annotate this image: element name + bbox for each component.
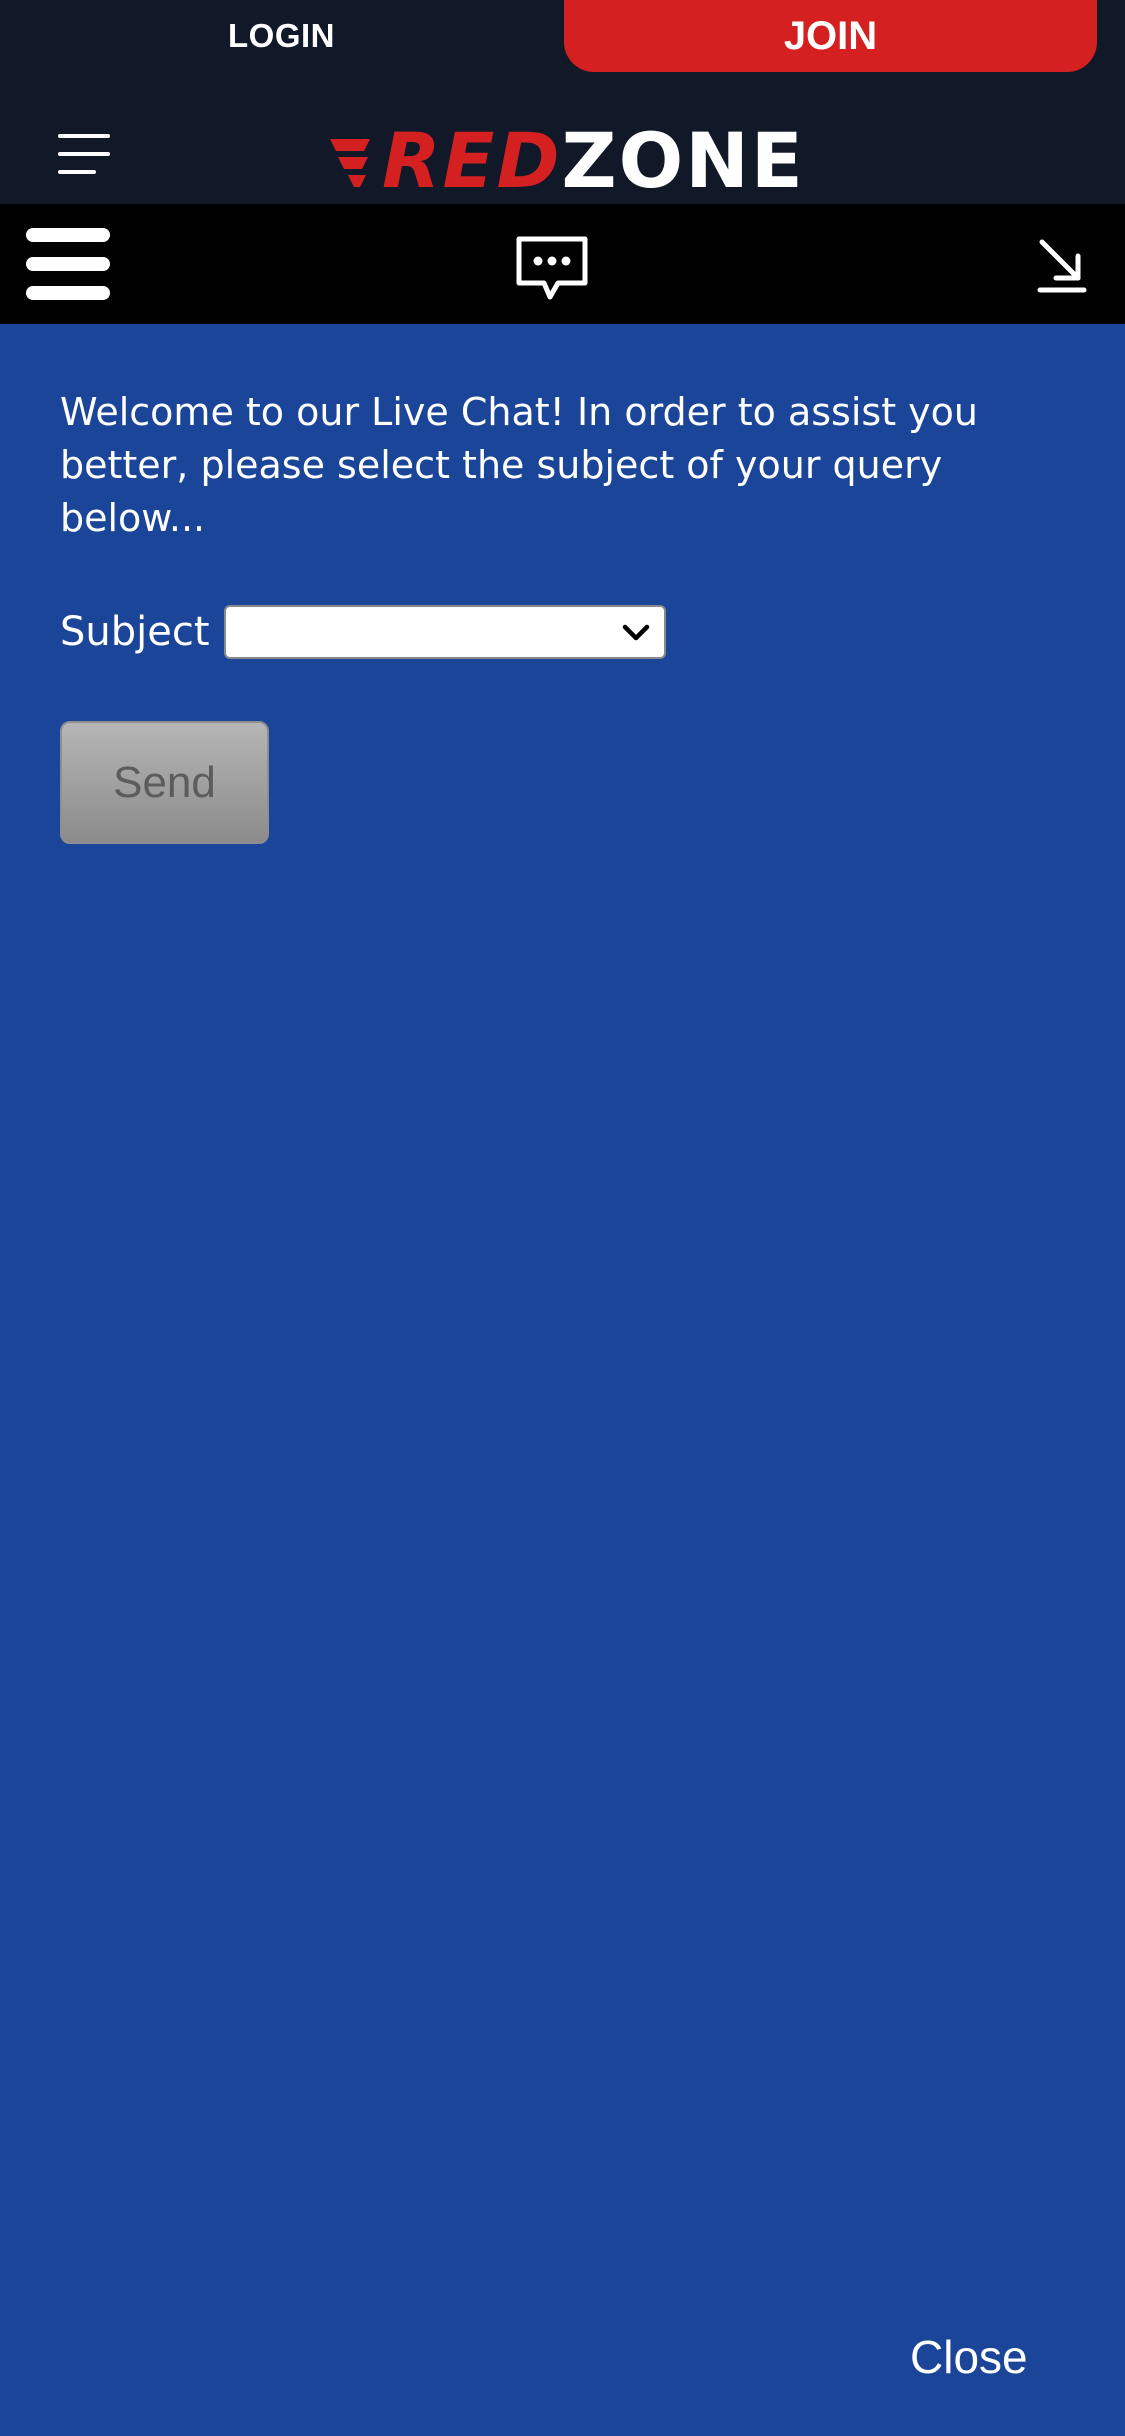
- auth-bar: LOGIN JOIN: [0, 0, 1125, 100]
- hamburger-icon[interactable]: [26, 228, 110, 300]
- subject-row: Subject: [60, 604, 666, 660]
- site-header: RED ZONE: [0, 100, 1125, 204]
- menu-icon[interactable]: [58, 134, 110, 176]
- minimize-arrow-icon[interactable]: [1036, 238, 1088, 294]
- chat-toolbar: [0, 204, 1125, 324]
- chevron-down-icon: [622, 624, 649, 641]
- send-button[interactable]: Send: [60, 721, 269, 844]
- login-button[interactable]: LOGIN: [0, 0, 563, 72]
- logo-red-text: RED: [382, 116, 562, 205]
- logo-white-text: ZONE: [561, 116, 805, 205]
- subject-label: Subject: [60, 609, 210, 655]
- redzone-logo[interactable]: RED ZONE: [330, 116, 805, 205]
- welcome-message: Welcome to our Live Chat! In order to as…: [60, 390, 978, 540]
- logo-wings-icon: [330, 139, 370, 187]
- close-button[interactable]: Close: [910, 2330, 1028, 2384]
- join-button[interactable]: JOIN: [564, 0, 1097, 72]
- chat-bubble-icon[interactable]: [514, 234, 590, 302]
- chat-panel: Welcome to our Live Chat! In order to as…: [0, 324, 1125, 2436]
- subject-select[interactable]: [223, 605, 666, 659]
